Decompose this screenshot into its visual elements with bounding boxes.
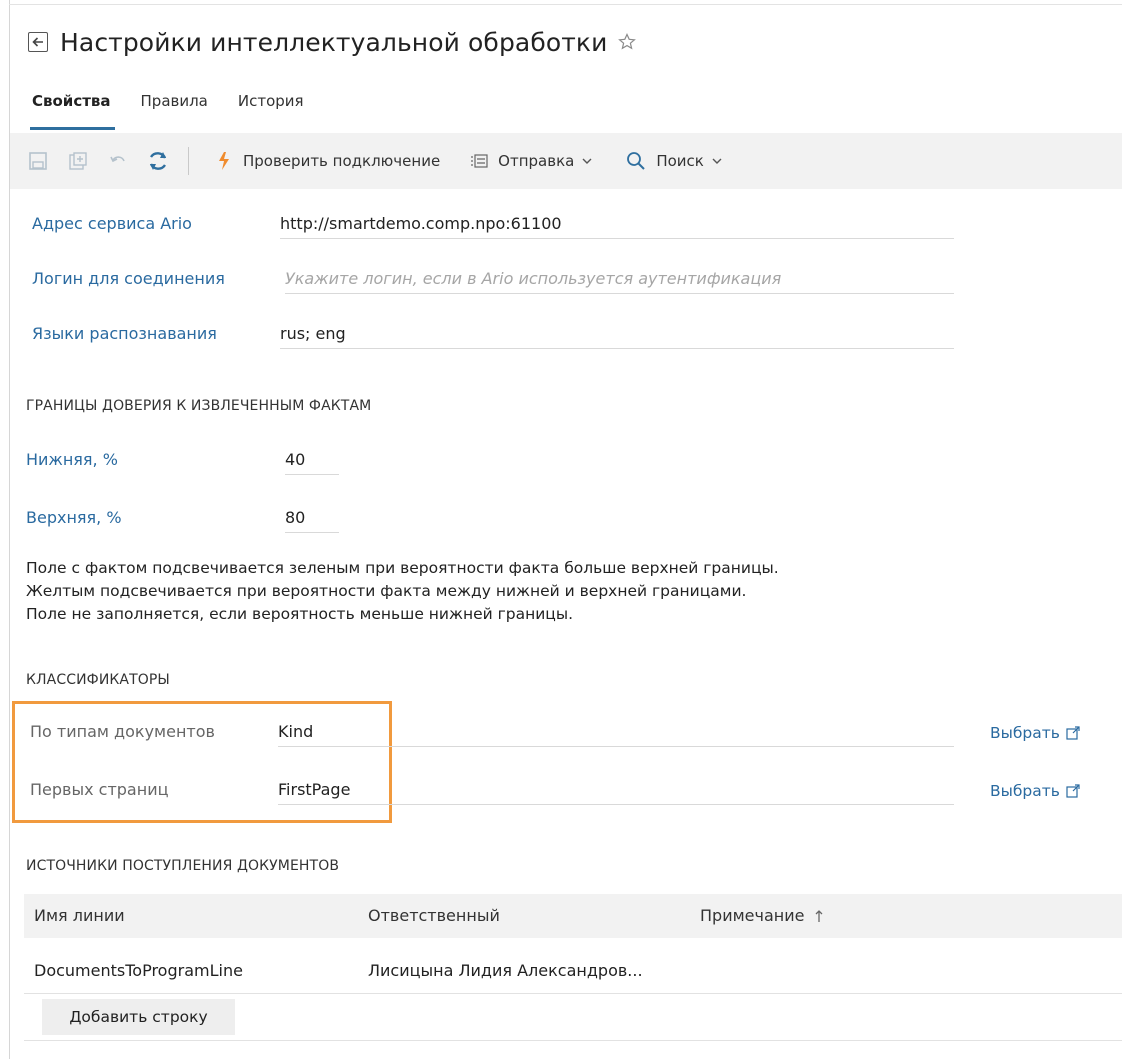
arrow-left-icon — [32, 37, 43, 47]
confidence-section-title: ГРАНИЦЫ ДОВЕРИЯ К ИЗВЛЕЧЕННЫМ ФАКТАМ — [26, 398, 372, 414]
sort-up-icon — [816, 909, 823, 922]
first-pages-classifier-label: Первых страниц — [30, 780, 169, 799]
choose-doc-type-link[interactable]: Выбрать — [990, 724, 1080, 742]
lower-bound-label: Нижняя, % — [26, 450, 118, 469]
send-label: Отправка — [498, 152, 575, 170]
page-header: Настройки интеллектуальной обработки — [28, 22, 637, 62]
column-header-note[interactable]: Примечание — [700, 906, 824, 925]
doc-type-classifier-label: По типам документов — [30, 722, 215, 741]
note-line: Желтым подсвечивается при вероятности фа… — [26, 582, 747, 600]
star-favorite-icon[interactable] — [617, 32, 637, 52]
save-icon — [29, 152, 47, 170]
toolbar: Проверить подключение Отправка Поиск — [10, 133, 1122, 189]
external-link-icon — [1066, 784, 1080, 798]
tab-bar: Свойства Правила История — [30, 92, 334, 130]
note-line: Поле не заполняется, если вероятность ме… — [26, 605, 574, 623]
lightning-icon — [219, 152, 229, 170]
service-address-input[interactable]: http://smartdemo.comp.npo:61100 — [280, 209, 954, 239]
lower-bound-input[interactable]: 40 — [285, 445, 339, 475]
add-row-button[interactable]: Добавить строку — [42, 999, 235, 1035]
column-header-line-name[interactable]: Имя линии — [34, 906, 125, 925]
chevron-down-icon — [582, 158, 592, 164]
languages-input[interactable]: rus; eng — [280, 319, 954, 349]
sources-table-header: Имя линии Ответственный Примечание — [24, 894, 1122, 938]
back-button[interactable] — [28, 32, 48, 52]
search-label: Поиск — [656, 152, 704, 170]
first-pages-classifier-input[interactable]: FirstPage — [278, 775, 954, 805]
send-dropdown[interactable]: Отправка — [470, 141, 592, 181]
note-line: Поле с фактом подсвечивается зеленым при… — [26, 559, 779, 577]
column-header-responsible[interactable]: Ответственный — [368, 906, 500, 925]
table-bottom-divider — [24, 1040, 1122, 1041]
doc-type-classifier-input[interactable]: Kind — [278, 717, 954, 747]
sources-section-title: ИСТОЧНИКИ ПОСТУПЛЕНИЯ ДОКУМЕНТОВ — [26, 858, 340, 874]
choose-label: Выбрать — [990, 782, 1060, 800]
service-address-label: Адрес сервиса Ario — [32, 214, 192, 233]
login-input[interactable]: Укажите логин, если в Ario используется … — [285, 264, 954, 294]
cell-line-name: DocumentsToProgramLine — [34, 961, 243, 980]
toolbar-separator — [188, 147, 189, 175]
page-title: Настройки интеллектуальной обработки — [60, 27, 608, 57]
column-header-note-label: Примечание — [700, 906, 805, 925]
login-label: Логин для соединения — [32, 269, 225, 288]
undo-button[interactable] — [106, 149, 130, 173]
choose-first-pages-link[interactable]: Выбрать — [990, 782, 1080, 800]
search-dropdown[interactable]: Поиск — [626, 141, 722, 181]
tab-rules[interactable]: Правила — [141, 92, 208, 130]
classifiers-section-title: КЛАССИФИКАТОРЫ — [26, 672, 170, 688]
chevron-down-icon — [712, 158, 722, 164]
undo-icon — [110, 156, 125, 163]
save-copy-icon — [69, 152, 87, 170]
languages-label: Языки распознавания — [32, 324, 217, 343]
tab-history[interactable]: История — [238, 92, 304, 130]
upper-bound-input[interactable]: 80 — [285, 503, 339, 533]
search-icon — [627, 152, 646, 170]
list-icon — [471, 154, 488, 168]
cell-responsible: Лисицына Лидия Александров... — [368, 961, 643, 980]
save-and-close-button[interactable] — [66, 149, 90, 173]
choose-label: Выбрать — [990, 724, 1060, 742]
refresh-button[interactable] — [146, 149, 170, 173]
upper-bound-label: Верхняя, % — [26, 508, 122, 527]
window-top-border — [9, 4, 1122, 5]
external-link-icon — [1066, 726, 1080, 740]
table-row[interactable]: DocumentsToProgramLine Лисицына Лидия Ал… — [24, 957, 1122, 994]
check-connection-button[interactable]: Проверить подключение — [215, 141, 440, 181]
save-button[interactable] — [26, 149, 50, 173]
refresh-icon — [149, 152, 167, 170]
tab-properties[interactable]: Свойства — [30, 92, 115, 130]
check-connection-label: Проверить подключение — [243, 152, 441, 170]
confidence-note: Поле с фактом подсвечивается зеленым при… — [26, 557, 779, 626]
